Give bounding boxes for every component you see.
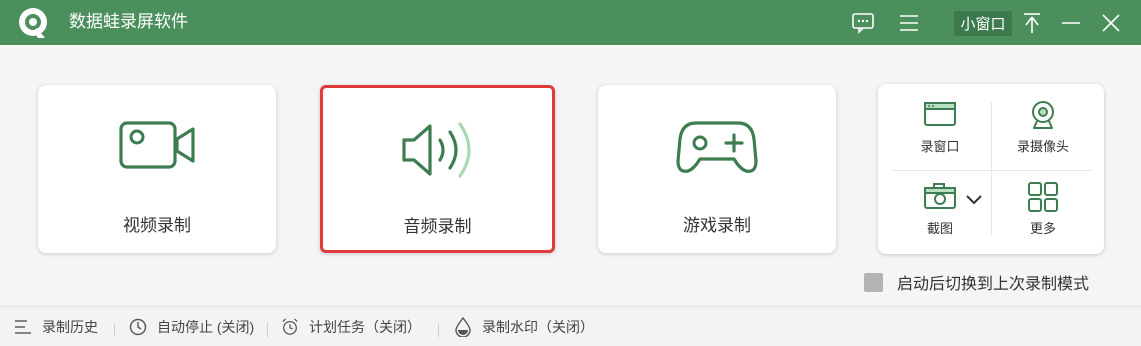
game-recording-label: 游戏录制 — [683, 216, 751, 235]
more-tools-label: 更多 — [1029, 221, 1056, 236]
recording-history-button[interactable]: 录制历史 — [14, 317, 98, 337]
video-camera-icon — [119, 121, 195, 169]
app-title: 数据蛙录屏软件 — [69, 12, 188, 31]
scheduled-task-label: 计划任务（关闭） — [309, 319, 421, 335]
watermark-button[interactable]: 录制水印（关闭） — [454, 317, 594, 337]
minimize-button[interactable] — [1057, 8, 1085, 38]
scheduled-task-button[interactable]: 计划任务（关闭） — [281, 317, 421, 337]
grid-icon — [1028, 182, 1058, 212]
record-window-button[interactable]: 录窗口 — [900, 98, 980, 162]
tools-horizontal-divider — [892, 170, 1092, 171]
app-logo-icon — [19, 8, 47, 38]
window-icon — [924, 102, 956, 126]
watermark-label: 录制水印（关闭） — [482, 319, 594, 335]
tools-vertical-divider — [991, 102, 992, 236]
auto-stop-button[interactable]: 自动停止 (关闭) — [129, 317, 254, 337]
record-webcam-label: 录摄像头 — [1016, 139, 1069, 154]
tools-panel: 录窗口 录摄像头 截图 更多 — [878, 84, 1104, 254]
clock-icon — [129, 318, 147, 336]
record-window-label: 录窗口 — [920, 139, 960, 154]
screenshot-dropdown-button[interactable] — [962, 188, 986, 212]
audio-recording-label: 音频录制 — [403, 217, 472, 236]
video-recording-label: 视频录制 — [123, 216, 191, 235]
close-icon — [1102, 14, 1120, 32]
mini-window-button[interactable]: 小窗口 — [954, 11, 1012, 36]
restore-last-mode-option[interactable]: 启动后切换到上次录制模式 — [864, 270, 1089, 294]
game-recording-card[interactable]: 游戏录制 — [598, 85, 836, 253]
footer-bar: 录制历史 自动停止 (关闭) 计划任务（关闭） 录制水印（关闭） — [0, 306, 1141, 346]
screenshot-label: 截图 — [926, 221, 953, 236]
footer-divider — [267, 323, 268, 337]
alarm-clock-icon — [281, 318, 299, 336]
chevron-down-icon — [966, 195, 982, 205]
list-icon — [14, 318, 32, 336]
camera-icon — [924, 183, 956, 209]
gamepad-icon — [676, 121, 758, 173]
feedback-button[interactable] — [848, 8, 878, 38]
audio-recording-card[interactable]: 音频录制 — [320, 85, 555, 253]
video-recording-card[interactable]: 视频录制 — [38, 85, 276, 253]
auto-stop-label: 自动停止 (关闭) — [157, 319, 255, 335]
record-webcam-button[interactable]: 录摄像头 — [1003, 98, 1083, 162]
speaker-icon — [401, 122, 471, 178]
pin-icon — [1024, 13, 1040, 33]
more-tools-button[interactable]: 更多 — [1003, 180, 1083, 244]
water-drop-icon — [454, 317, 472, 337]
restore-last-mode-checkbox[interactable] — [864, 272, 883, 292]
pin-button[interactable] — [1018, 8, 1046, 38]
title-bar: 数据蛙录屏软件 小窗口 — [0, 0, 1141, 45]
menu-icon — [900, 15, 918, 31]
recording-history-label: 录制历史 — [42, 319, 98, 335]
feedback-icon — [852, 13, 874, 34]
footer-divider — [114, 323, 115, 337]
webcam-icon — [1032, 101, 1054, 129]
minimize-icon — [1062, 22, 1080, 24]
close-button[interactable] — [1096, 8, 1126, 38]
restore-last-mode-label: 启动后切换到上次录制模式 — [897, 276, 1090, 293]
menu-button[interactable] — [894, 8, 924, 38]
footer-divider — [438, 323, 439, 337]
